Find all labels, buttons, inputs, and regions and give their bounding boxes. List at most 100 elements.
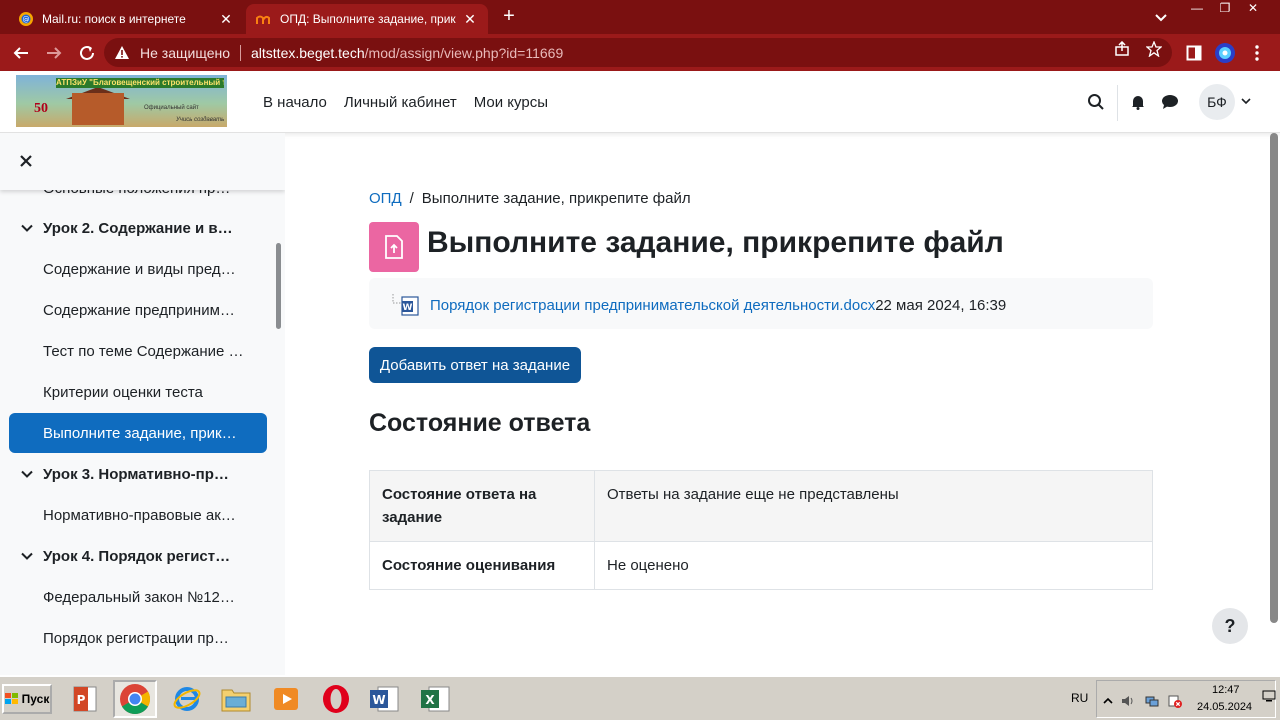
opera-app-icon[interactable]	[314, 680, 358, 718]
search-icon[interactable]	[1085, 91, 1107, 113]
chevron-down-icon[interactable]	[20, 467, 34, 481]
back-arrow-icon[interactable]	[10, 42, 32, 64]
svg-text:X: X	[425, 693, 435, 707]
table-row: Состояние оценивания Не оценено	[369, 541, 1153, 590]
breadcrumb-separator: /	[409, 190, 414, 207]
chevron-down-icon[interactable]	[20, 549, 34, 563]
keyboard-language[interactable]: RU	[1071, 691, 1088, 705]
close-drawer-icon[interactable]	[16, 151, 36, 171]
browser-tab-mailru[interactable]: @ Mail.ru: поиск в интернете ✕	[8, 4, 244, 34]
clock-date[interactable]: 24.05.2024	[1197, 701, 1252, 713]
user-avatar[interactable]: БФ	[1199, 84, 1235, 120]
tab-title: ОПД: Выполните задание, прикреп	[280, 12, 456, 26]
logo-slogan-2: Учись создавать	[176, 117, 225, 123]
course-index-item[interactable]: Содержание и виды пред…	[9, 249, 267, 289]
profile-avatar-icon[interactable]	[1214, 42, 1236, 64]
start-button[interactable]: Пуск	[2, 684, 52, 714]
volume-icon[interactable]	[1120, 694, 1134, 708]
tray-expand-chevron-icon[interactable]	[1101, 694, 1115, 708]
add-submission-button[interactable]: Добавить ответ на задание	[369, 347, 581, 383]
course-index-item[interactable]: Тест по теме Содержание …	[9, 331, 267, 371]
notification-monitor-icon[interactable]	[1262, 689, 1276, 703]
warning-triangle-icon[interactable]	[114, 45, 132, 61]
clock-time[interactable]: 12:47	[1212, 684, 1240, 696]
svg-text:P: P	[77, 693, 86, 707]
bookmark-star-icon[interactable]	[1144, 39, 1164, 59]
file-explorer-app-icon[interactable]	[214, 680, 258, 718]
sidepanel-icon[interactable]	[1183, 42, 1205, 64]
notifications-bell-icon[interactable]	[1127, 91, 1149, 113]
url-path: /mod/assign/view.php?id=11669	[364, 44, 564, 61]
site-header: АТПЗиУ "Благовещенский строительный техн…	[0, 71, 1280, 133]
grading-value: Не оценено	[594, 541, 1153, 590]
course-index-drawer: Основные положения пр… Урок 2. Содержани…	[0, 133, 285, 675]
course-index-item-current[interactable]: Выполните задание, прик…	[9, 413, 267, 453]
course-index-item[interactable]: Критерии оценки теста	[9, 372, 267, 412]
user-menu-chevron-icon[interactable]	[1240, 95, 1252, 107]
powerpoint-app-icon[interactable]: P	[63, 680, 107, 718]
security-alert-icon[interactable]	[1168, 694, 1182, 708]
address-bar[interactable]: Не защищено altsttex.beget.tech/mod/assi…	[104, 38, 1172, 67]
browser-toolbar: Не защищено altsttex.beget.tech/mod/assi…	[0, 34, 1280, 71]
svg-text:W: W	[403, 303, 413, 313]
course-index-section[interactable]: Урок 3. Нормативно-пр…	[20, 454, 260, 494]
nav-my-courses[interactable]: Мои курсы	[474, 94, 548, 111]
help-button[interactable]: ?	[1212, 608, 1248, 644]
chrome-app-icon[interactable]	[113, 680, 157, 718]
windows-logo-icon	[4, 693, 18, 704]
table-row: Состояние ответа на задание Ответы на за…	[369, 470, 1153, 542]
kebab-menu-icon[interactable]	[1246, 42, 1268, 64]
internet-explorer-app-icon[interactable]	[165, 680, 209, 718]
assignment-upload-icon	[369, 222, 419, 272]
browser-tab-opd[interactable]: ОПД: Выполните задание, прикреп ✕	[246, 4, 488, 34]
minimize-window-icon[interactable]: —	[1183, 0, 1211, 18]
course-index-item[interactable]: Нормативно-правовые ак…	[9, 495, 267, 535]
page-title: Выполните задание, прикрепите файл	[427, 226, 1004, 259]
attachment-date: 22 мая 2024, 16:39	[875, 296, 1007, 314]
grading-label: Состояние оценивания	[369, 541, 595, 590]
url-host: altsttex.beget.tech	[251, 44, 365, 61]
breadcrumb-course-link[interactable]: ОПД	[369, 190, 402, 207]
nav-home[interactable]: В начало	[263, 94, 327, 111]
new-tab-button[interactable]: +	[498, 6, 520, 28]
course-index-item[interactable]: Содержание предприним…	[9, 290, 267, 330]
browser-tabstrip: @ Mail.ru: поиск в интернете ✕ ОПД: Выпо…	[0, 0, 1280, 34]
svg-text:@: @	[23, 16, 30, 24]
site-logo[interactable]: АТПЗиУ "Благовещенский строительный техн…	[16, 75, 227, 127]
word-document-icon: W	[392, 292, 420, 318]
share-icon[interactable]	[1112, 39, 1132, 59]
course-index-section[interactable]: Урок 4. Порядок регист…	[20, 536, 260, 576]
logo-house	[72, 93, 124, 125]
page-scrollbar[interactable]	[1270, 133, 1278, 623]
svg-text:W: W	[372, 693, 385, 707]
forward-arrow-icon[interactable]	[43, 42, 65, 64]
close-tab-icon[interactable]: ✕	[218, 11, 234, 28]
drawer-scrollbar[interactable]	[276, 243, 281, 329]
close-tab-icon[interactable]: ✕	[462, 11, 478, 28]
media-player-app-icon[interactable]	[264, 680, 308, 718]
submission-status-table: Состояние ответа на задание Ответы на за…	[369, 470, 1153, 590]
breadcrumb: ОПД / Выполните задание, прикрепите файл	[369, 190, 691, 207]
nav-dashboard[interactable]: Личный кабинет	[344, 94, 457, 111]
course-index-section[interactable]: Урок 2. Содержание и в…	[20, 208, 260, 248]
reload-icon[interactable]	[76, 42, 98, 64]
chevron-down-icon[interactable]	[20, 221, 34, 235]
tab-search-chevron-icon[interactable]	[1152, 8, 1170, 26]
logo-banner: АТПЗиУ "Благовещенский строительный техн…	[56, 78, 224, 88]
status-value: Ответы на задание еще не представлены	[594, 470, 1153, 542]
logo-slogan: Официальный сайт	[144, 105, 199, 111]
moodle-favicon-icon	[256, 11, 272, 27]
close-window-icon[interactable]: ✕	[1239, 0, 1267, 18]
course-index-item[interactable]: Порядок регистрации пр…	[9, 618, 267, 658]
attachment-file-link[interactable]: Порядок регистрации предпринимательской …	[430, 297, 875, 314]
tab-title: Mail.ru: поиск в интернете	[42, 12, 186, 26]
word-app-icon[interactable]: W	[362, 680, 406, 718]
messages-chat-icon[interactable]	[1159, 91, 1181, 113]
restore-window-icon[interactable]: ❐	[1211, 0, 1239, 18]
primary-navigation: В начало Личный кабинет Мои курсы	[263, 71, 548, 133]
logo-number: 50	[34, 101, 48, 116]
status-label: Состояние ответа на задание	[369, 470, 595, 542]
excel-app-icon[interactable]: X	[413, 680, 457, 718]
course-index-item[interactable]: Федеральный закон №12…	[9, 577, 267, 617]
network-icon[interactable]	[1145, 694, 1159, 708]
